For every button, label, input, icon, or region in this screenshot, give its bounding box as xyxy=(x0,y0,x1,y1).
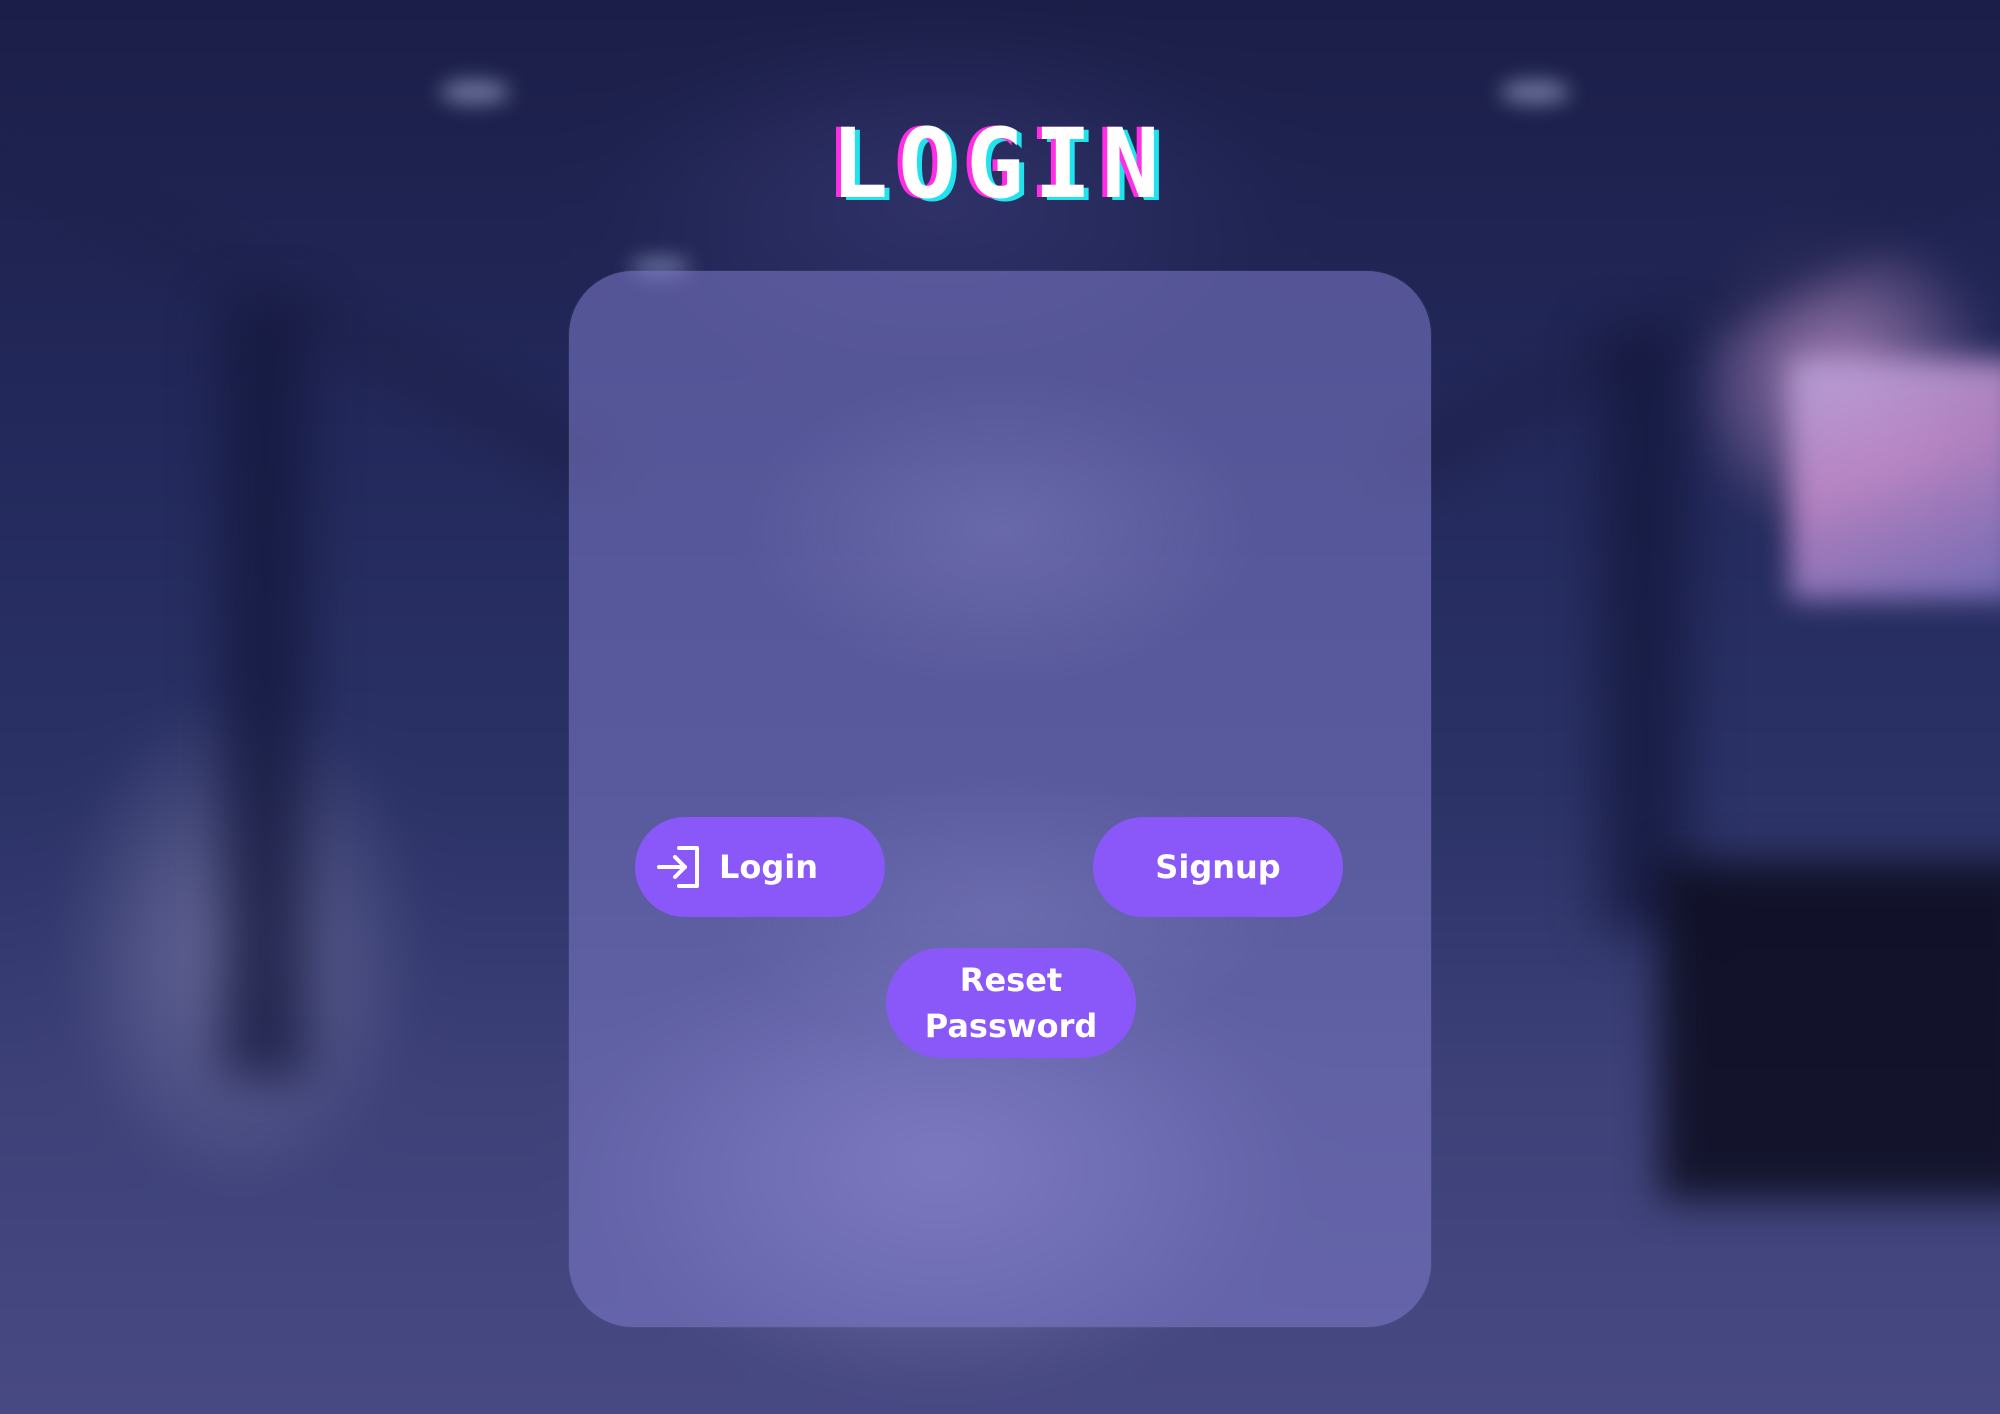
login-card: Login Signup Reset Password xyxy=(569,271,1431,1327)
reset-password-button[interactable]: Reset Password xyxy=(886,948,1136,1058)
page-title: LOGIN xyxy=(830,108,1170,220)
background-desk xyxy=(1660,860,2000,1200)
signup-button[interactable]: Signup xyxy=(1093,817,1343,917)
background-tv-screen xyxy=(1790,360,2000,600)
card-glow xyxy=(569,271,1431,1327)
login-icon xyxy=(655,843,703,891)
signup-button-label: Signup xyxy=(1155,848,1281,886)
background-pillar-left xyxy=(220,300,310,1080)
background-light xyxy=(440,80,510,104)
login-button[interactable]: Login xyxy=(635,817,885,917)
background-light xyxy=(1500,80,1570,104)
login-button-label: Login xyxy=(719,848,819,886)
background-pillar-right xyxy=(1600,330,1690,930)
reset-password-button-label: Reset Password xyxy=(924,961,1098,1045)
